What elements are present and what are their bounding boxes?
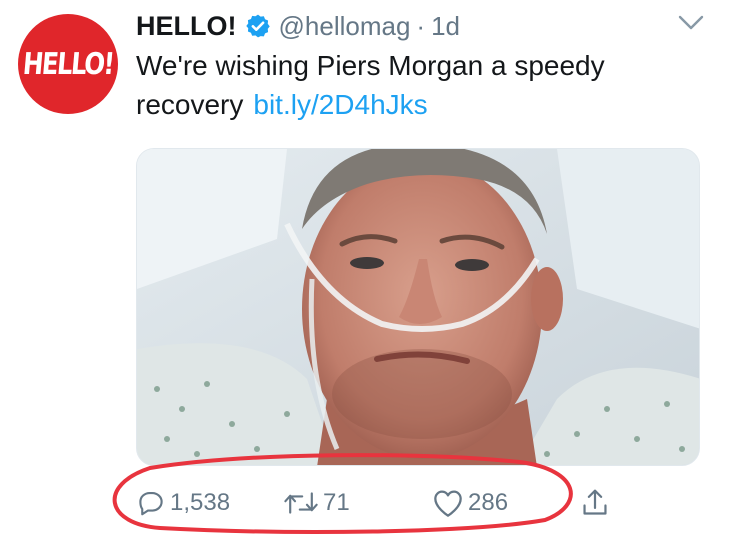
- separator-dot: ·: [416, 10, 426, 41]
- share-button[interactable]: [580, 478, 610, 528]
- tweet-photo[interactable]: [136, 148, 700, 466]
- reply-button[interactable]: 1,538: [136, 478, 230, 528]
- heart-icon: [434, 490, 462, 517]
- tweet-text: We're wishing Piers Morgan a speedy reco…: [136, 46, 696, 124]
- retweet-icon: [284, 492, 318, 514]
- share-icon: [583, 489, 607, 515]
- tweet-link[interactable]: bit.ly/2D4hJks: [253, 89, 427, 120]
- like-count: 286: [468, 489, 509, 516]
- tweet-actions: 1,538 71 286: [0, 478, 732, 528]
- photo-illustration: [137, 149, 699, 465]
- avatar-logo-text: HELLO!: [21, 46, 115, 82]
- like-button[interactable]: 286: [432, 478, 508, 528]
- retweet-count: 71: [323, 489, 350, 516]
- reply-icon: [139, 491, 163, 516]
- reply-count: 1,538: [170, 489, 231, 516]
- timestamp[interactable]: 1d: [431, 11, 460, 42]
- handle[interactable]: @hellomag: [279, 11, 411, 42]
- verified-badge-icon: [245, 14, 270, 38]
- tweet-header: HELLO! @hellomag · 1d: [136, 8, 460, 44]
- display-name[interactable]: HELLO!: [136, 11, 237, 42]
- retweet-button[interactable]: 71: [283, 478, 350, 528]
- avatar[interactable]: HELLO!: [18, 14, 118, 114]
- chevron-down-icon[interactable]: [678, 14, 704, 32]
